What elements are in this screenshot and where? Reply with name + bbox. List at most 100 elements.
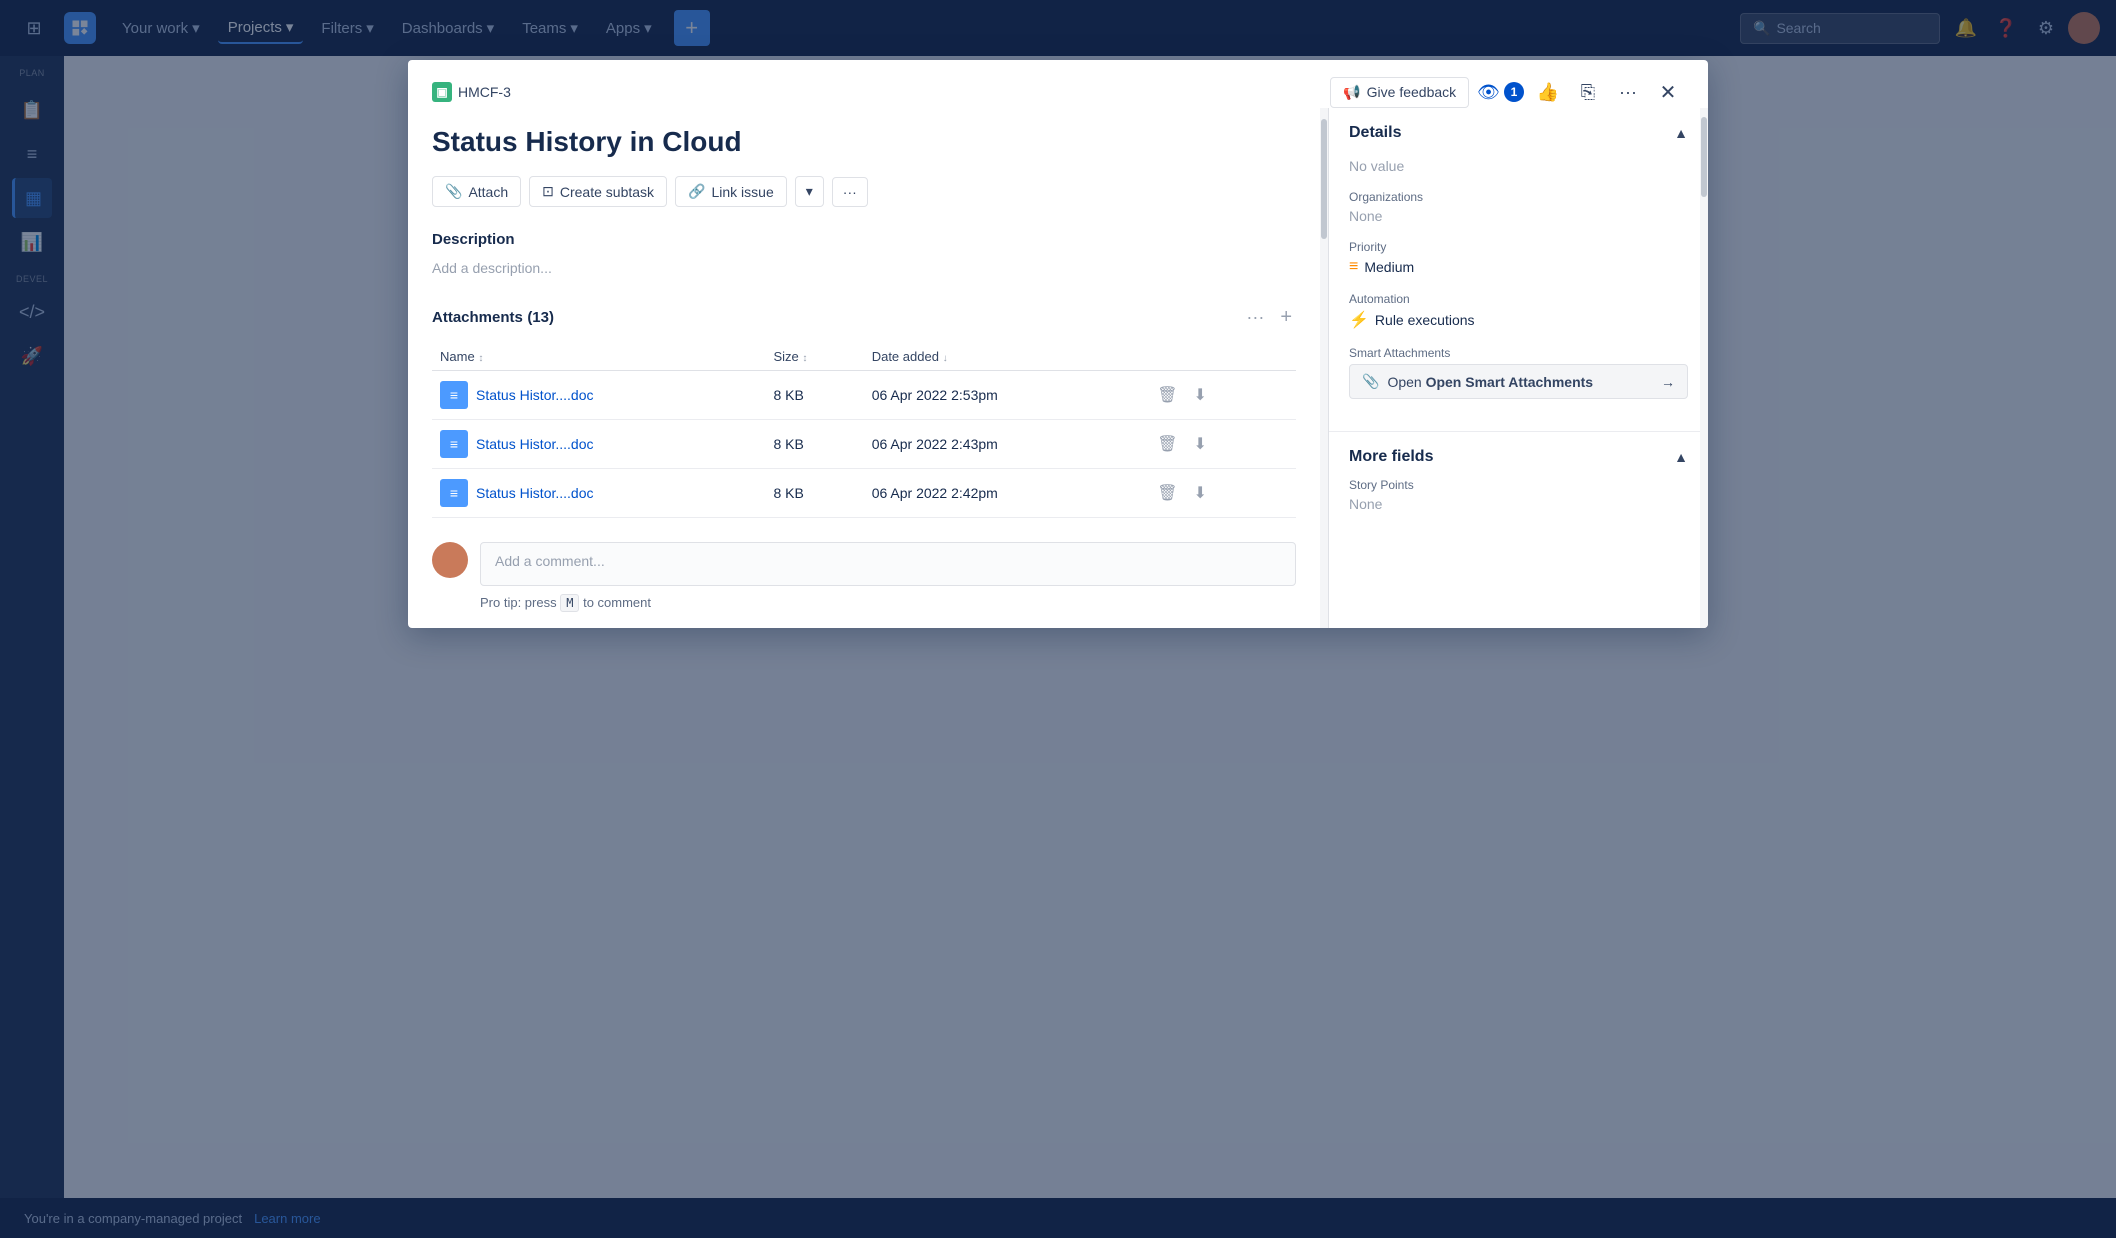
attachments-count: (13) bbox=[527, 309, 554, 326]
attachment-size: 8 KB bbox=[765, 371, 863, 420]
attachment-name[interactable]: Status Histor....doc bbox=[476, 485, 594, 501]
attachment-name[interactable]: Status Histor....doc bbox=[476, 387, 594, 403]
feedback-icon: 📢 bbox=[1343, 84, 1360, 101]
issue-modal: ▣ HMCF-3 📢 Give feedback 👁 1 👍 ⎘ ··· ✕ bbox=[408, 60, 1708, 628]
open-smart-attachments-button[interactable]: 📎 Open Open Smart Attachments → bbox=[1349, 364, 1688, 399]
details-section: Details ▲ No value Organizations None Pr… bbox=[1329, 108, 1708, 432]
comment-input[interactable]: Add a comment... bbox=[480, 542, 1296, 586]
comment-area: Add a comment... bbox=[432, 542, 1296, 586]
attachments-actions: ··· + bbox=[1242, 304, 1296, 331]
keyboard-key-m: M bbox=[560, 594, 579, 612]
sort-icon: ↕ bbox=[478, 353, 483, 364]
table-row: ≡ Status Histor....doc 8 KB 06 Apr 2022 … bbox=[432, 371, 1296, 420]
sort-desc-icon: ↓ bbox=[943, 353, 948, 364]
issue-type-icon: ▣ bbox=[432, 82, 452, 102]
smart-attachments-field: Smart Attachments 📎 Open Open Smart Atta… bbox=[1349, 346, 1688, 399]
create-subtask-button[interactable]: ⊡ Create subtask bbox=[529, 176, 667, 207]
attachments-title: Attachments (13) bbox=[432, 309, 554, 327]
story-points-field: Story Points None bbox=[1349, 478, 1688, 512]
close-button[interactable]: ✕ bbox=[1652, 76, 1684, 108]
more-fields-collapse-button[interactable]: ▲ bbox=[1674, 449, 1688, 465]
watch-button[interactable]: 👁 1 bbox=[1477, 82, 1524, 103]
attachment-size: 8 KB bbox=[765, 469, 863, 518]
attachments-add-button[interactable]: + bbox=[1276, 304, 1296, 331]
more-toolbar-dropdown[interactable]: ▾ bbox=[795, 176, 824, 207]
attachment-date: 06 Apr 2022 2:53pm bbox=[864, 371, 1144, 420]
attachments-table: Name ↕ Size ↕ Date added ↓ bbox=[432, 343, 1296, 518]
download-attachment-button[interactable]: ⬇ bbox=[1188, 481, 1213, 505]
col-actions bbox=[1143, 343, 1296, 371]
subtask-icon: ⊡ bbox=[542, 183, 554, 200]
user-avatar-comment bbox=[432, 542, 468, 578]
like-button[interactable]: 👍 bbox=[1532, 76, 1564, 108]
organizations-field: Organizations None bbox=[1349, 190, 1688, 224]
link-icon: 🔗 bbox=[688, 183, 705, 200]
delete-attachment-button[interactable]: 🗑 bbox=[1151, 383, 1183, 407]
modal-body: Status History in Cloud 📎 Attach ⊡ Creat… bbox=[408, 108, 1708, 628]
attachment-size: 8 KB bbox=[765, 420, 863, 469]
organizations-label: Organizations bbox=[1349, 190, 1688, 204]
more-fields-header: More fields ▲ bbox=[1349, 448, 1688, 466]
more-fields-title: More fields bbox=[1349, 448, 1433, 466]
attachment-name-cell: ≡ Status Histor....doc bbox=[440, 479, 757, 507]
attachments-table-header: Name ↕ Size ↕ Date added ↓ bbox=[432, 343, 1296, 371]
col-size: Size ↕ bbox=[765, 343, 863, 371]
attachments-more-button[interactable]: ··· bbox=[1242, 305, 1268, 330]
right-scrollbar[interactable] bbox=[1700, 108, 1708, 628]
attachment-name-cell: ≡ Status Histor....doc bbox=[440, 430, 757, 458]
sort-icon: ↕ bbox=[802, 353, 807, 364]
more-toolbar-options[interactable]: ··· bbox=[832, 177, 868, 207]
priority-field: Priority ≡ Medium bbox=[1349, 240, 1688, 276]
left-scrollbar[interactable] bbox=[1320, 108, 1328, 628]
download-attachment-button[interactable]: ⬇ bbox=[1188, 383, 1213, 407]
delete-attachment-button[interactable]: 🗑 bbox=[1151, 481, 1183, 505]
modal-actions-group: 📢 Give feedback 👁 1 👍 ⎘ ··· ✕ bbox=[1330, 76, 1684, 108]
story-points-value: None bbox=[1349, 496, 1688, 512]
right-scrollbar-thumb bbox=[1701, 117, 1707, 197]
delete-attachment-button[interactable]: 🗑 bbox=[1151, 432, 1183, 456]
link-issue-button[interactable]: 🔗 Link issue bbox=[675, 176, 787, 207]
attachment-name-cell: ≡ Status Histor....doc bbox=[440, 381, 757, 409]
attachments-header: Attachments (13) ··· + bbox=[432, 304, 1296, 331]
scrollbar-thumb bbox=[1321, 119, 1327, 239]
share-button[interactable]: ⎘ bbox=[1572, 76, 1604, 108]
issue-toolbar: 📎 Attach ⊡ Create subtask 🔗 Link issue ▾… bbox=[432, 176, 1296, 207]
col-name: Name ↕ bbox=[432, 343, 765, 371]
watch-icon: 👁 bbox=[1477, 82, 1500, 103]
col-date: Date added ↓ bbox=[864, 343, 1144, 371]
more-fields-section: More fields ▲ Story Points None bbox=[1329, 432, 1708, 544]
doc-icon: ≡ bbox=[440, 479, 468, 507]
attachment-name[interactable]: Status Histor....doc bbox=[476, 436, 594, 452]
watch-count: 1 bbox=[1504, 82, 1524, 102]
automation-value[interactable]: ⚡ Rule executions bbox=[1349, 310, 1688, 330]
automation-field: Automation ⚡ Rule executions bbox=[1349, 292, 1688, 330]
automation-label: Automation bbox=[1349, 292, 1688, 306]
attachment-date: 06 Apr 2022 2:42pm bbox=[864, 469, 1144, 518]
arrow-right-icon: → bbox=[1661, 374, 1675, 390]
no-value-field: No value bbox=[1349, 158, 1688, 174]
attach-button[interactable]: 📎 Attach bbox=[432, 176, 521, 207]
pro-tip: Pro tip: press M to comment bbox=[480, 594, 1296, 612]
doc-icon: ≡ bbox=[440, 430, 468, 458]
priority-label: Priority bbox=[1349, 240, 1688, 254]
table-row: ≡ Status Histor....doc 8 KB 06 Apr 2022 … bbox=[432, 420, 1296, 469]
details-collapse-button[interactable]: ▲ bbox=[1674, 125, 1688, 141]
attachment-date: 06 Apr 2022 2:43pm bbox=[864, 420, 1144, 469]
more-options-button[interactable]: ··· bbox=[1612, 76, 1644, 108]
smart-att-left: 📎 Open Open Smart Attachments bbox=[1362, 373, 1593, 390]
modal-overlay: ▣ HMCF-3 📢 Give feedback 👁 1 👍 ⎘ ··· ✕ bbox=[0, 0, 2116, 1238]
issue-id-row: ▣ HMCF-3 bbox=[432, 82, 511, 102]
priority-value[interactable]: ≡ Medium bbox=[1349, 258, 1688, 276]
issue-title: Status History in Cloud bbox=[432, 124, 1296, 160]
paperclip-icon: 📎 bbox=[1362, 373, 1379, 390]
modal-header: ▣ HMCF-3 📢 Give feedback 👁 1 👍 ⎘ ··· ✕ bbox=[408, 60, 1708, 108]
give-feedback-button[interactable]: 📢 Give feedback bbox=[1330, 77, 1469, 108]
modal-left-panel: Status History in Cloud 📎 Attach ⊡ Creat… bbox=[408, 108, 1320, 628]
priority-icon: ≡ bbox=[1349, 258, 1358, 276]
organizations-value: None bbox=[1349, 208, 1688, 224]
details-title: Details bbox=[1349, 124, 1401, 142]
description-field[interactable]: Add a description... bbox=[432, 256, 1296, 280]
lightning-icon: ⚡ bbox=[1349, 310, 1369, 330]
download-attachment-button[interactable]: ⬇ bbox=[1188, 432, 1213, 456]
paperclip-icon: 📎 bbox=[445, 183, 462, 200]
